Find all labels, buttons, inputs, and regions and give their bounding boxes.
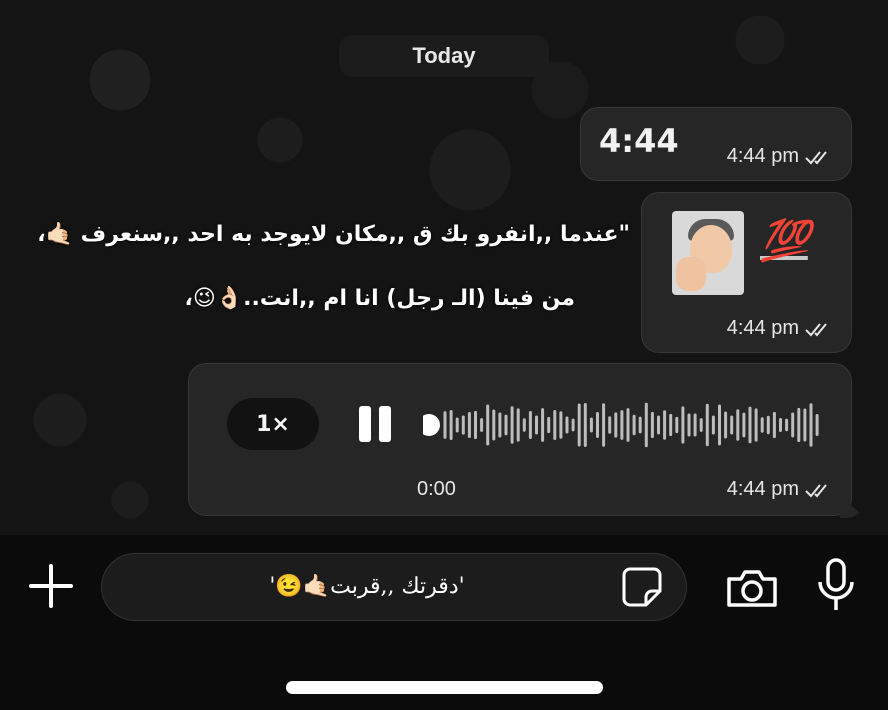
plus-icon[interactable] xyxy=(28,563,74,609)
date-separator: Today xyxy=(339,35,549,77)
read-checks-icon xyxy=(805,483,827,497)
message-time: 4:44 pm xyxy=(726,478,799,500)
message-input[interactable]: 'دقرتك ,,قربت🤙🏻😉' xyxy=(101,553,687,621)
voice-elapsed-time: 0:00 xyxy=(417,478,456,500)
sticker-image xyxy=(672,211,744,295)
voice-waveform[interactable] xyxy=(423,400,823,450)
microphone-icon[interactable] xyxy=(816,558,856,612)
read-checks-icon xyxy=(805,322,827,336)
camera-icon[interactable] xyxy=(725,567,779,609)
message-bubble-time[interactable]: 4:44 4:44 pm xyxy=(580,107,852,181)
message-meta: 4:44 pm xyxy=(727,478,833,501)
hundred-emoji: 💯 xyxy=(760,217,810,264)
message-input-value: 'دقرتك ,,قربت🤙🏻😉' xyxy=(269,574,465,599)
message-time: 4:44 pm xyxy=(726,317,799,339)
message-text: 4:44 xyxy=(599,122,679,160)
read-checks-icon xyxy=(805,150,827,164)
arabic-message-line-2: من فينا (الـ رجل) انا ام ,,انت..👌🏻😉، xyxy=(184,286,575,311)
voice-message-bubble[interactable]: 1× 0:00 4:44 pm xyxy=(188,363,852,516)
pause-icon[interactable] xyxy=(357,406,393,442)
playback-speed-button[interactable]: 1× xyxy=(227,398,319,450)
message-bubble-sticker[interactable]: 💯 4:44 pm xyxy=(641,192,852,353)
playhead-dot xyxy=(423,414,440,436)
arabic-message-line-1: "عندما ,,انفرو بك ق ,,مكان لايوجد به احد… xyxy=(37,222,630,247)
home-indicator xyxy=(286,681,603,694)
message-meta: 4:44 pm xyxy=(727,145,833,168)
sticker-icon[interactable] xyxy=(620,565,664,609)
chat-background: Today 4:44 4:44 pm 💯 4:44 pm "عندما ,,ان… xyxy=(0,0,888,535)
message-meta: 4:44 pm xyxy=(727,317,833,340)
message-time: 4:44 pm xyxy=(726,145,799,167)
